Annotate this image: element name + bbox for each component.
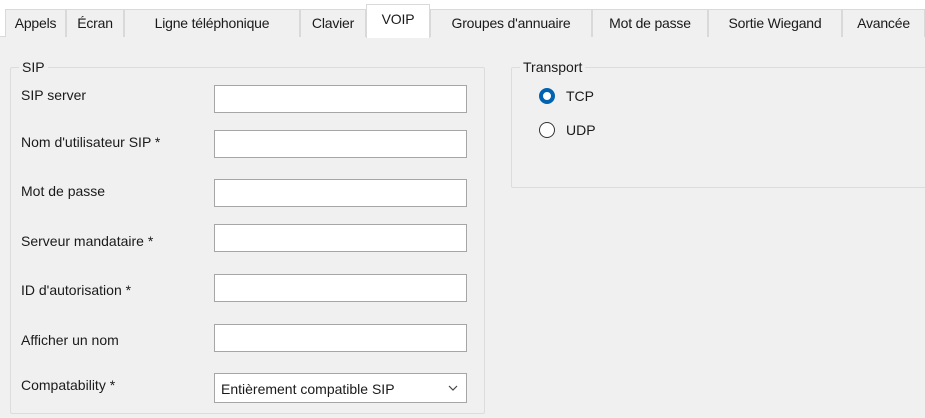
tcp-label: TCP (566, 88, 594, 104)
tab-ligne-telephonique[interactable]: Ligne téléphonique (124, 9, 300, 37)
udp-radio[interactable] (539, 122, 555, 138)
udp-label: UDP (566, 122, 596, 138)
tab-sortie-wiegand[interactable]: Sortie Wiegand (708, 9, 842, 37)
tab-clavier[interactable]: Clavier (300, 9, 366, 37)
tab-avancee[interactable]: Avancée (842, 9, 925, 37)
proxy-server-label: Serveur mandataire * (21, 233, 154, 249)
password-label: Mot de passe (21, 183, 106, 199)
tab-groupes-annuaire[interactable]: Groupes d'annuaire (430, 9, 592, 37)
chevron-down-icon (448, 385, 458, 391)
compatibility-selected-value: Entièrement compatible SIP (221, 381, 395, 397)
sip-server-input[interactable] (214, 85, 467, 113)
tab-strip: Appels Écran Ligne téléphonique Clavier … (0, 0, 925, 38)
tab-voip[interactable]: VOIP (366, 4, 430, 38)
sip-username-input[interactable] (214, 130, 467, 158)
auth-id-label: ID d'autorisation * (21, 282, 132, 298)
display-name-label: Afficher un nom (21, 332, 119, 348)
tab-ecran[interactable]: Écran (66, 9, 124, 37)
sip-username-label: Nom d'utilisateur SIP * (21, 134, 161, 150)
tcp-radio[interactable] (539, 88, 555, 104)
tab-mot-de-passe[interactable]: Mot de passe (592, 9, 708, 37)
transport-group-title: Transport (520, 59, 586, 75)
compatibility-select[interactable]: Entièrement compatible SIP (214, 373, 467, 403)
password-input[interactable] (214, 179, 467, 207)
tab-appels[interactable]: Appels (5, 9, 66, 37)
proxy-server-input[interactable] (214, 224, 467, 252)
sip-server-label: SIP server (21, 87, 87, 103)
auth-id-input[interactable] (214, 274, 467, 302)
display-name-input[interactable] (214, 324, 467, 352)
sip-group-title: SIP (19, 59, 48, 75)
compatibility-label: Compatability * (21, 377, 116, 393)
voip-panel: SIP SIP server Nom d'utilisateur SIP * M… (0, 37, 925, 418)
